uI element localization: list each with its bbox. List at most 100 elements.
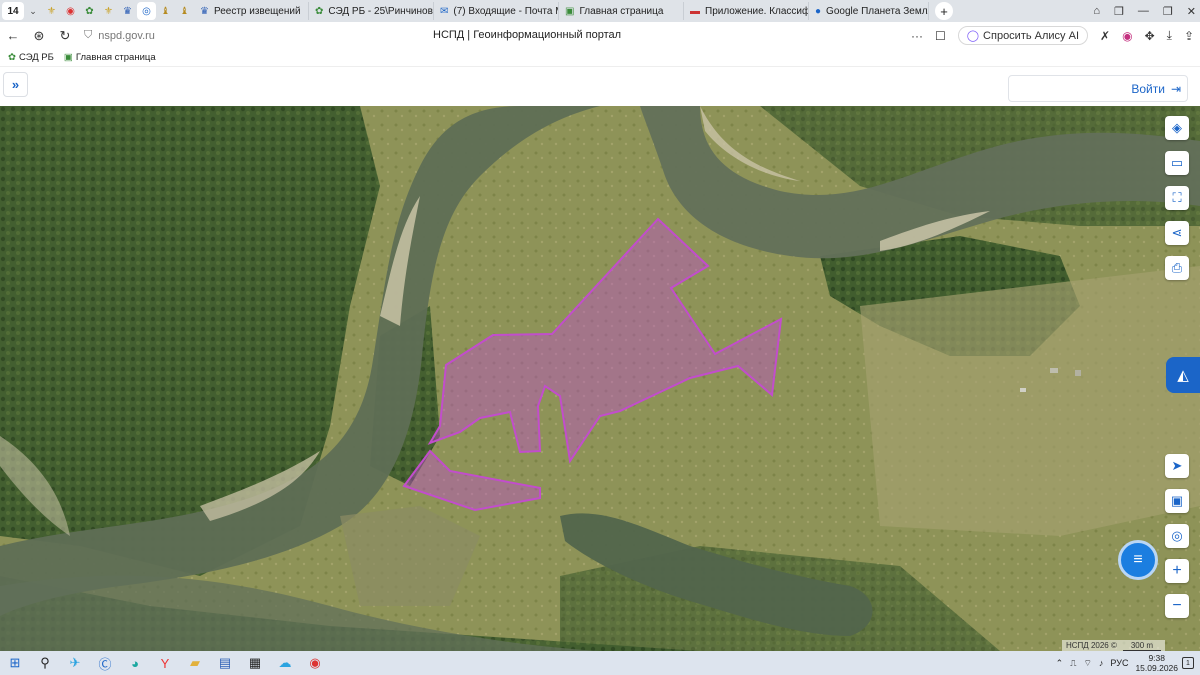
file-explorer-icon[interactable]: ▰	[180, 651, 210, 675]
tab-home[interactable]: ▣ Главная страница	[559, 2, 684, 20]
tab-sed[interactable]: ✿ СЭД РБ - 25\РинчиноваЕ	[309, 2, 434, 20]
portal-logo-icon: ◭	[1177, 367, 1189, 384]
map-attribution: НСПД 2026 © 300 m	[1062, 640, 1166, 651]
shield-icon: ⛉	[84, 29, 93, 41]
tab-label: (7) Входящие - Почта Ма	[453, 5, 559, 17]
minimize-icon[interactable]: —	[1138, 5, 1149, 17]
search-icon[interactable]: ⚲	[30, 651, 60, 675]
bookmark-icon[interactable]: ☐	[935, 29, 946, 43]
bookmarks-bar: ✿ СЭД РБ ▣ Главная страница	[0, 49, 1200, 66]
language-indicator[interactable]: РУС	[1110, 658, 1128, 668]
page-title: НСПД | Геоинформационный портал	[433, 29, 622, 41]
login-button[interactable]: Войти ⇥	[1008, 75, 1188, 102]
url-field[interactable]: ⛉ nspd.gov.ru	[84, 29, 155, 42]
c-app-icon[interactable]: Ⓒ	[90, 651, 120, 675]
edge-icon[interactable]: ◕	[120, 651, 150, 675]
telegram-icon[interactable]: ✈	[60, 651, 90, 675]
clock[interactable]: 9:38 15.09.2026	[1135, 653, 1178, 673]
tab-label: Google Планета Земля	[826, 5, 929, 17]
bookmark-home[interactable]: ▣ Главная страница	[64, 52, 156, 63]
chat-button[interactable]: ≡	[1118, 540, 1158, 580]
tab-label: Реестр извещений	[213, 5, 301, 17]
login-arrow-icon: ⇥	[1170, 81, 1181, 96]
yandex-browser-icon[interactable]: Y	[150, 651, 180, 675]
more-menu[interactable]: ···	[911, 29, 923, 43]
pinned-tab-emblem2-icon[interactable]: ⚜	[99, 2, 118, 20]
geolocation-icon[interactable]: ◎	[1165, 524, 1189, 548]
tray-chevron-icon[interactable]: ⌃	[1056, 658, 1064, 669]
area-select-icon[interactable]: ⛶	[1165, 186, 1189, 210]
back-arrow-icon[interactable]: ←	[0, 28, 26, 43]
word-app-icon[interactable]: ▤	[210, 651, 240, 675]
print-icon[interactable]: ⎙	[1165, 256, 1189, 280]
pinned-tab-emblem-icon[interactable]: ⚜	[42, 2, 61, 20]
sed-icon: ✿	[315, 5, 324, 17]
expand-panel-chevrons-icon[interactable]: »	[3, 72, 28, 97]
new-tab-button[interactable]: +	[935, 2, 953, 20]
restore-icon[interactable]: ❐	[1163, 5, 1173, 18]
reload-icon[interactable]: ↻	[52, 28, 78, 44]
tab-counter[interactable]: 14	[2, 2, 24, 20]
address-bar-actions: ··· ☐ ◯ Спросить Алису AI ✗ ◉ ✥ ⤓ ⇪	[911, 26, 1194, 45]
scale-bar-label: 300 m	[1122, 641, 1162, 651]
google-icon: ●	[815, 5, 822, 17]
sed-icon: ✿	[8, 52, 16, 63]
login-label: Войти	[1131, 81, 1165, 96]
tab-cast-icon[interactable]: ⌂	[1093, 5, 1100, 17]
extensions-icon[interactable]: ✥	[1145, 29, 1155, 43]
wifi-icon[interactable]: ⌔	[1083, 658, 1091, 669]
window-controls: ⌂ ❐ — ❐ ✕	[1093, 0, 1196, 22]
pinned-tab-sed-icon[interactable]: ✿	[80, 2, 99, 20]
layers-icon[interactable]: ◈	[1165, 116, 1189, 140]
side-panel-tab[interactable]: ◭	[1166, 357, 1200, 393]
url-text: nspd.gov.ru	[98, 29, 155, 42]
home-icon: ▣	[63, 52, 73, 63]
ask-alisa-button[interactable]: ◯ Спросить Алису AI	[957, 26, 1089, 45]
ask-alisa-label: Спросить Алису AI	[983, 29, 1080, 42]
photo-app-icon[interactable]: ▦	[240, 651, 270, 675]
bookmark-sed[interactable]: ✿ СЭД РБ	[8, 52, 54, 63]
volume-icon[interactable]: ♪	[1099, 658, 1104, 668]
bookmark-label: СЭД РБ	[18, 52, 54, 63]
address-bar: ← ⊛ ↻ ⛉ nspd.gov.ru НСПД | Геоинформацио…	[0, 22, 1200, 49]
tab-label: СЭД РБ - 25\РинчиноваЕ	[328, 5, 434, 17]
share-icon[interactable]: ⇪	[1184, 29, 1194, 43]
satellite-map[interactable]: ◈ ▭ ⛶ ⋖ ⎙ ◭ ➤ ▣ ◎ ≡ + − НСПД 2026 © 300 …	[0, 106, 1200, 651]
minimap-icon[interactable]: ▣	[1165, 489, 1189, 513]
tab-registry[interactable]: ♛ Реестр извещений	[194, 2, 309, 20]
clock-time: 9:38	[1148, 653, 1165, 663]
tab-google-earth[interactable]: ● Google Планета Земля	[809, 2, 929, 20]
pinned-tab-crest-icon[interactable]: ♛	[118, 2, 137, 20]
ruler-icon[interactable]: ▭	[1165, 151, 1189, 175]
tab-label: Главная страница	[579, 5, 664, 17]
zoom-out-button[interactable]: −	[1165, 594, 1189, 618]
doc-icon: ▬	[690, 5, 700, 17]
mail-icon: ✉	[440, 5, 449, 17]
extension-record-icon[interactable]: ◉	[1122, 29, 1132, 43]
navigation-arrow-icon[interactable]: ➤	[1165, 454, 1189, 478]
pinned-tab-nspd-icon[interactable]: ◎	[137, 2, 156, 20]
chrome-icon[interactable]: ◉	[300, 651, 330, 675]
tab-mail[interactable]: ✉ (7) Входящие - Почта Ма	[434, 2, 559, 20]
pinned-tab-eagle2-icon[interactable]: ♝	[175, 2, 194, 20]
collections-icon[interactable]: ❐	[1114, 5, 1124, 18]
download-icon[interactable]: ⤓	[1167, 28, 1172, 43]
extension-tools-icon[interactable]: ✗	[1100, 29, 1110, 43]
windows-taskbar: ⊞ ⚲ ✈ Ⓒ ◕ Y ▰ ▤ ▦ ☁ ◉ ⌃ ⎍ ⌔ ♪ РУС 9:38 1…	[0, 651, 1200, 675]
notification-badge[interactable]: 1	[1182, 657, 1194, 669]
zoom-in-button[interactable]: +	[1165, 559, 1189, 583]
chat-lines-icon: ≡	[1133, 551, 1143, 568]
satellite-imagery	[0, 106, 1200, 651]
clock-date: 15.09.2026	[1135, 663, 1178, 673]
tab-list-chevron-icon[interactable]: ⌄	[24, 6, 42, 17]
close-icon[interactable]: ✕	[1187, 5, 1196, 18]
pinned-tab-eagle-icon[interactable]: ♝	[156, 2, 175, 20]
weather-app-icon[interactable]: ☁	[270, 651, 300, 675]
windows-start-icon[interactable]: ⊞	[0, 651, 30, 675]
tab-classifier[interactable]: ▬ Приложение. Классифик	[684, 2, 809, 20]
system-tray: ⌃ ⎍ ⌔ ♪ РУС 9:38 15.09.2026	[1056, 653, 1178, 673]
network-icon[interactable]: ⎍	[1070, 658, 1076, 669]
pinned-tab-red-icon[interactable]: ◉	[61, 2, 80, 20]
yandex-home-icon[interactable]: ⊛	[26, 28, 52, 44]
share-icon[interactable]: ⋖	[1165, 221, 1189, 245]
